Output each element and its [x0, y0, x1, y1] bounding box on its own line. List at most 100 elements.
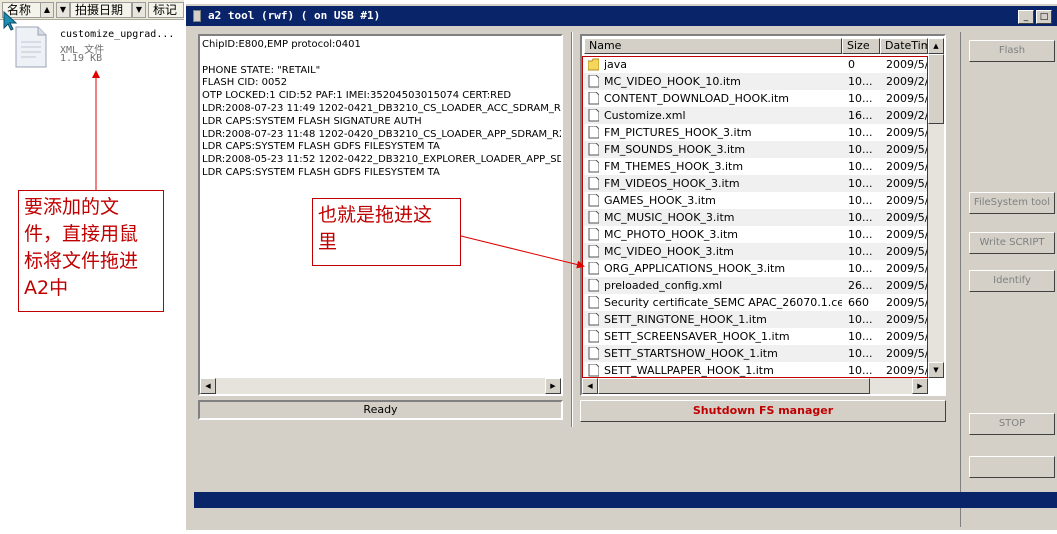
scroll-thumb[interactable]	[928, 54, 944, 124]
table-row[interactable]: GAMES_HOOK_3.itm 10... 2009/5/1	[584, 192, 930, 209]
file-name[interactable]: customize_upgrad...	[60, 29, 174, 40]
cell-size: 10...	[848, 347, 873, 360]
stop-button[interactable]: STOP	[969, 413, 1055, 435]
log-line: LDR:2008-07-23 11:48 1202-0420_DB3210_CS…	[202, 128, 561, 140]
column-tag[interactable]: 标记	[148, 2, 184, 18]
header-datetime[interactable]: DateTime	[880, 38, 928, 54]
file-size: 1.19 KB	[60, 53, 103, 64]
explorer-column-header: 名称 ▲ ▼ 拍摄日期 ▼ 标记	[0, 0, 184, 20]
maximize-button[interactable]: □	[1036, 10, 1052, 24]
cell-date: 2009/5/1	[886, 279, 930, 292]
cell-name: SETT_WALLPAPER_HOOK_1.itm	[604, 364, 774, 377]
flash-button[interactable]: Flash	[969, 40, 1055, 62]
log-line: LDR:2008-07-23 11:49 1202-0421_DB3210_CS…	[202, 102, 561, 114]
table-row[interactable]: preloaded_config.xml 26... 2009/5/1	[584, 277, 930, 294]
sort-up-icon[interactable]: ▲	[40, 2, 54, 18]
cell-name: java	[604, 58, 628, 71]
splitter[interactable]	[571, 32, 573, 427]
a2-tool-window: a2 tool (rwf) ( on USB #1) _ □ ChipID:E8…	[185, 4, 1057, 530]
document-icon	[588, 92, 599, 105]
column-dropdown-icon[interactable]: ▼	[56, 2, 70, 18]
file-list-horizontal-scrollbar[interactable]: ◀ ▶	[582, 378, 928, 394]
document-icon	[588, 330, 599, 343]
log-horizontal-scrollbar[interactable]: ◀ ▶	[200, 378, 561, 394]
log-line: ChipID:E800,EMP protocol:0401	[202, 39, 361, 50]
log-line: LDR CAPS:SYSTEM FLASH GDFS FILESYSTEM TA	[202, 141, 440, 153]
scroll-right-icon[interactable]: ▶	[545, 378, 561, 394]
table-row[interactable]: Security certificate_SEMC APAC_26070.1.c…	[584, 294, 930, 311]
document-icon	[588, 126, 599, 139]
cell-size: 10...	[848, 364, 873, 377]
table-row[interactable]: ORG_APPLICATIONS_HOOK_3.itm 10... 2009/5/1	[584, 260, 930, 277]
title-bar[interactable]: a2 tool (rwf) ( on USB #1) _ □	[186, 6, 1057, 26]
scroll-left-icon[interactable]: ◀	[582, 378, 598, 394]
table-row[interactable]: CONTENT_DOWNLOAD_HOOK.itm 10... 2009/5/1	[584, 90, 930, 107]
cell-size: 10...	[848, 211, 873, 224]
cell-name: GAMES_HOOK_3.itm	[604, 194, 716, 207]
unlabeled-button[interactable]	[969, 456, 1055, 478]
cell-date: 2009/5/1	[886, 296, 930, 309]
scroll-left-icon[interactable]: ◀	[200, 378, 216, 394]
table-row[interactable]: SETT_SCREENSAVER_HOOK_1.itm 10... 2009/5/1	[584, 328, 930, 345]
cell-name: FM_PICTURES_HOOK_3.itm	[604, 126, 752, 139]
identify-button[interactable]: Identify	[969, 270, 1055, 292]
table-row[interactable]: MC_PHOTO_HOOK_3.itm 10... 2009/5/1	[584, 226, 930, 243]
status-bar: Ready	[198, 400, 563, 420]
cell-name: CONTENT_DOWNLOAD_HOOK.itm	[604, 92, 789, 105]
document-icon	[588, 143, 599, 156]
cell-size: 10...	[848, 245, 873, 258]
column-date-label: 拍摄日期	[75, 3, 124, 17]
table-row[interactable]: FM_SOUNDS_HOOK_3.itm 10... 2009/5/1	[584, 141, 930, 158]
cell-size: 10...	[848, 143, 873, 156]
xml-file-icon[interactable]	[14, 25, 48, 69]
log-line: LDR CAPS:SYSTEM FLASH GDFS FILESYSTEM TA	[202, 166, 440, 178]
scroll-down-icon[interactable]: ▼	[928, 362, 944, 378]
scroll-up-icon[interactable]: ▲	[928, 38, 944, 54]
table-row[interactable]: SETT_WALLPAPER_HOOK_1.itm 10... 2009/5/1	[584, 362, 930, 379]
progress-bar	[194, 492, 1057, 508]
table-row[interactable]: FM_PICTURES_HOOK_3.itm 10... 2009/5/1	[584, 124, 930, 141]
document-icon	[588, 177, 599, 190]
file-list[interactable]: Name Size DateTime java02009/5/1MC_VIDEO…	[580, 34, 946, 396]
log-line: OTP LOCKED:1 CID:52 PAF:1 IMEI:352045030…	[202, 90, 512, 102]
cell-name: MC_VIDEO_HOOK_10.itm	[604, 75, 741, 88]
document-icon	[588, 364, 599, 377]
file-list-vertical-scrollbar[interactable]: ▲ ▼	[928, 38, 944, 378]
document-icon	[588, 279, 599, 292]
minimize-button[interactable]: _	[1018, 10, 1034, 24]
table-row[interactable]: Customize.xml 16... 2009/2/2	[584, 107, 930, 124]
file-list-header: Name Size DateTime	[582, 38, 928, 54]
cell-date: 2009/5/1	[886, 177, 930, 190]
cell-date: 2009/5/1	[886, 160, 930, 173]
cell-size: 660	[848, 296, 869, 309]
table-row[interactable]: java 0 2009/5/1	[584, 56, 930, 73]
table-row[interactable]: SETT_STARTSHOW_HOOK_1.itm 10... 2009/5/1	[584, 345, 930, 362]
cell-name: FM_VIDEOS_HOOK_3.itm	[604, 177, 740, 190]
filesystem-tool-button[interactable]: FileSystem tool	[969, 192, 1055, 214]
cell-size: 10...	[848, 228, 873, 241]
cell-size: 10...	[848, 75, 873, 88]
table-row[interactable]: FM_THEMES_HOOK_3.itm 10... 2009/5/1	[584, 158, 930, 175]
column-date-taken[interactable]: 拍摄日期	[70, 2, 132, 18]
scroll-right-icon[interactable]: ▶	[912, 378, 928, 394]
header-size[interactable]: Size	[842, 38, 880, 54]
header-name[interactable]: Name	[584, 38, 842, 54]
cell-date: 2009/2/4	[886, 75, 930, 88]
cell-name: MC_VIDEO_HOOK_3.itm	[604, 245, 734, 258]
write-script-button[interactable]: Write SCRIPT	[969, 232, 1055, 254]
document-icon	[588, 296, 599, 309]
cell-name: Customize.xml	[604, 109, 686, 122]
scroll-thumb[interactable]	[598, 378, 870, 394]
table-row[interactable]: MC_VIDEO_HOOK_3.itm 10... 2009/5/1	[584, 243, 930, 260]
table-row[interactable]: MC_MUSIC_HOOK_3.itm 10... 2009/5/1	[584, 209, 930, 226]
document-icon	[588, 109, 599, 122]
cell-name: Security certificate_SEMC APAC_26070.1.c…	[604, 296, 842, 309]
table-row[interactable]: MC_VIDEO_HOOK_10.itm 10... 2009/2/4	[584, 73, 930, 90]
cell-size: 10...	[848, 126, 873, 139]
table-row[interactable]: FM_VIDEOS_HOOK_3.itm 10... 2009/5/1	[584, 175, 930, 192]
table-row[interactable]: SETT_RINGTONE_HOOK_1.itm 10... 2009/5/1	[584, 311, 930, 328]
column-dropdown-icon[interactable]: ▼	[132, 2, 146, 18]
shutdown-fs-manager-button[interactable]: Shutdown FS manager	[580, 400, 946, 422]
cell-date: 2009/5/1	[886, 262, 930, 275]
